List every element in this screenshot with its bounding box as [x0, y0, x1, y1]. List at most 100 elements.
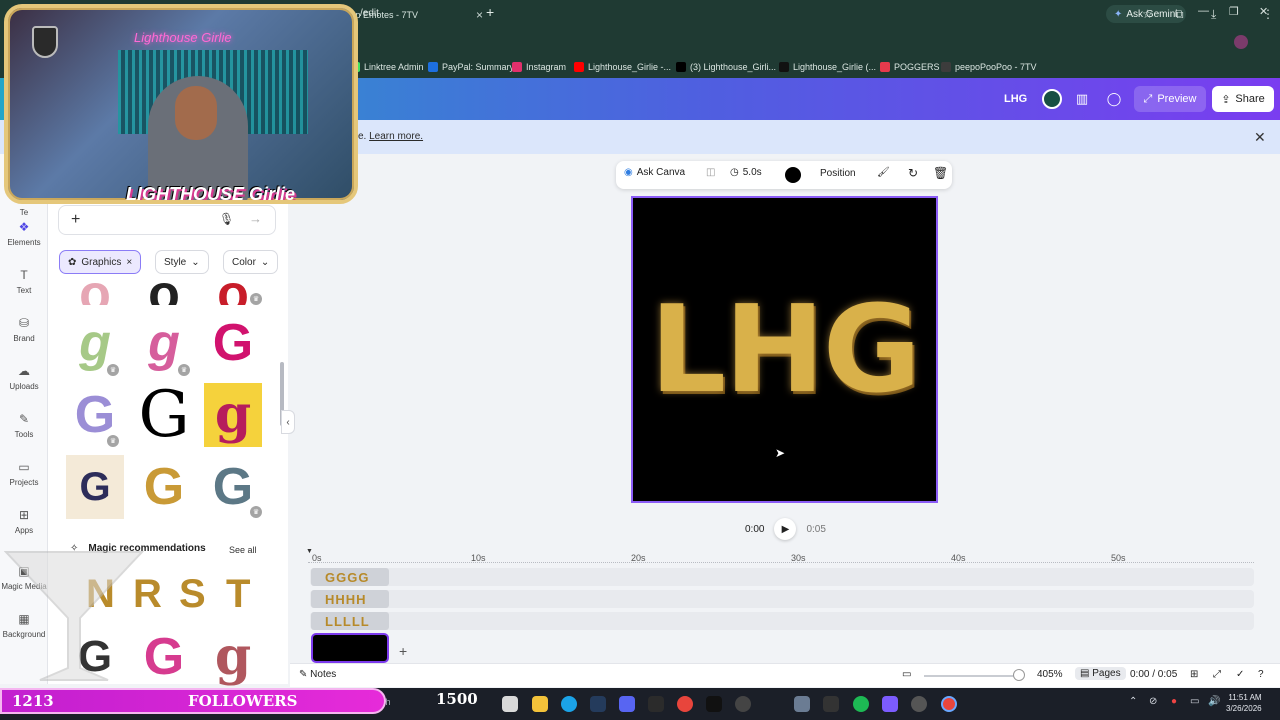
graphic-item[interactable]: g [204, 631, 262, 683]
preview-button[interactable]: ⤢ Preview [1134, 86, 1206, 112]
comment-icon[interactable]: ◯ [1102, 88, 1126, 110]
scene-thumbnail[interactable] [311, 633, 389, 663]
insights-icon[interactable]: ▥ [1070, 88, 1094, 110]
check-icon[interactable]: ✓ [1236, 669, 1244, 680]
tray-chevron-icon[interactable]: ⌃ [1129, 696, 1137, 707]
bookmark-item[interactable]: Linktree Admin [350, 62, 424, 72]
graphic-item[interactable]: o [135, 283, 193, 305]
graphic-item[interactable]: G [135, 383, 193, 447]
tab-close-icon[interactable]: × [476, 8, 483, 22]
media-player-icon[interactable] [735, 696, 751, 712]
app-grid-icon[interactable] [882, 696, 898, 712]
steam-icon[interactable] [590, 696, 606, 712]
bookmark-item[interactable]: PayPal: Summary [428, 62, 514, 72]
obs-icon[interactable] [911, 696, 927, 712]
network-icon[interactable]: ▭ [1190, 696, 1199, 707]
volume-icon[interactable]: 🔊 [1208, 696, 1220, 707]
chip-graphics[interactable]: ✿ Graphics × [59, 250, 142, 274]
grid-view-icon[interactable]: ⊞ [1190, 669, 1198, 680]
timeline-track[interactable] [310, 568, 1254, 586]
discord-icon[interactable] [619, 696, 635, 712]
share-button[interactable]: ⇪ Share [1212, 86, 1274, 112]
spotify-icon[interactable] [853, 696, 869, 712]
magic-item[interactable]: T [226, 572, 250, 617]
rail-item-apps[interactable]: ⊞ Apps [0, 508, 48, 535]
rail-item-projects[interactable]: ▭ Projects [0, 460, 48, 487]
app-icon[interactable] [823, 696, 839, 712]
extensions-icon[interactable]: ⧉ [1175, 7, 1184, 22]
chrome-active-icon[interactable] [941, 696, 957, 712]
design-title[interactable]: LHG [1004, 93, 1027, 105]
play-button[interactable]: ▶ [774, 518, 797, 540]
mic-icon[interactable]: ● [1171, 696, 1177, 707]
zoom-slider[interactable] [924, 675, 1024, 677]
download-icon[interactable]: ⤓ [1211, 7, 1216, 22]
collaborator-avatar[interactable] [1042, 89, 1062, 109]
paint-roller-icon[interactable]: 🖌 [877, 167, 890, 178]
chip-style[interactable]: Style ⌄ [155, 250, 209, 274]
learn-more-link[interactable]: Learn more. [369, 131, 423, 142]
timeline-clip[interactable]: LLLLL [311, 612, 389, 630]
bookmark-item[interactable]: Lighthouse_Girlie -... [574, 62, 671, 72]
trash-icon[interactable]: 🗑 [933, 166, 948, 180]
file-explorer-icon[interactable] [532, 696, 548, 712]
magic-item[interactable]: S [179, 572, 206, 617]
arrow-right-icon[interactable]: → [249, 211, 262, 226]
epic-games-icon[interactable] [648, 696, 664, 712]
graphic-item[interactable]: g [204, 383, 262, 447]
url-field[interactable]: /edit [360, 8, 379, 19]
chip-color[interactable]: Color ⌄ [223, 250, 279, 274]
edge-icon[interactable] [561, 696, 577, 712]
pages-button[interactable]: ▤ Pages [1075, 667, 1126, 680]
bookmark-item[interactable]: Lighthouse_Girlie (... [779, 62, 876, 72]
duration-button[interactable]: ◷ 5.0s [730, 167, 762, 178]
banner-close-icon[interactable]: ✕ [1254, 129, 1266, 146]
collapse-panel-button[interactable]: ‹ [281, 410, 295, 434]
rail-item-tools[interactable]: ✎ Tools [0, 412, 48, 439]
menu-icon[interactable]: ⋮ [1262, 7, 1274, 21]
restore-icon[interactable]: ❐ [1229, 5, 1239, 18]
rail-item-text[interactable]: T Text [0, 268, 48, 295]
fullscreen-icon[interactable]: ⤢ [1213, 669, 1221, 680]
graphic-item[interactable]: o [66, 283, 124, 305]
timeline-track[interactable] [310, 612, 1254, 630]
profile-avatar[interactable] [1234, 35, 1248, 49]
tray-mute-icon[interactable]: ⊘ [1149, 696, 1157, 707]
system-clock[interactable]: 11:51 AM 3/26/2026 [1226, 692, 1262, 714]
lhg-artwork-text[interactable]: LHG [633, 286, 936, 416]
position-button[interactable]: Position [820, 168, 856, 179]
bookmark-item[interactable]: Instagram [512, 62, 566, 72]
graphic-item[interactable]: G [204, 311, 262, 375]
arc-icon[interactable] [706, 696, 722, 712]
zoom-level[interactable]: 405% [1037, 669, 1063, 680]
graphic-item[interactable]: G [135, 455, 193, 519]
see-all-link[interactable]: See all [229, 545, 257, 555]
zoom-slider-handle[interactable] [1013, 669, 1025, 681]
rotate-icon[interactable]: ↻ [908, 166, 918, 180]
chrome-icon[interactable] [677, 696, 693, 712]
rail-item-brand[interactable]: ⛁ Brand [0, 316, 48, 343]
timeline-clip[interactable]: GGGG [311, 568, 389, 586]
ask-canva-button[interactable]: ◉ Ask Canva [624, 167, 685, 178]
flip-icon[interactable]: ◫ [706, 167, 715, 178]
fit-icon[interactable]: ▭ [902, 669, 911, 680]
timeline-track[interactable] [310, 590, 1254, 608]
color-button[interactable] [785, 167, 801, 183]
help-icon[interactable]: ? [1258, 669, 1264, 680]
microphone-icon[interactable]: 🎙 [219, 212, 234, 226]
bookmark-item[interactable]: peepoPooPoo - 7TV [941, 62, 1037, 72]
bookmark-item[interactable]: (3) Lighthouse_Girli... [676, 62, 776, 72]
star-icon[interactable]: ☆ [1142, 7, 1153, 21]
bookmark-item[interactable]: POGGERS [880, 62, 940, 72]
new-tab-button[interactable]: + [486, 4, 494, 20]
calculator-icon[interactable] [794, 696, 810, 712]
timeline-clip[interactable]: HHHH [311, 590, 389, 608]
rail-item-elements[interactable]: ❖ Elements [0, 220, 48, 247]
chip-close-icon[interactable]: × [126, 257, 132, 268]
add-scene-button[interactable]: + [399, 643, 407, 659]
task-view-icon[interactable] [502, 696, 518, 712]
search-input[interactable]: + 🎙 → [58, 205, 276, 235]
notes-button[interactable]: ✎ Notes [299, 669, 336, 680]
minimize-icon[interactable]: — [1198, 5, 1209, 17]
add-icon[interactable]: + [71, 211, 80, 229]
